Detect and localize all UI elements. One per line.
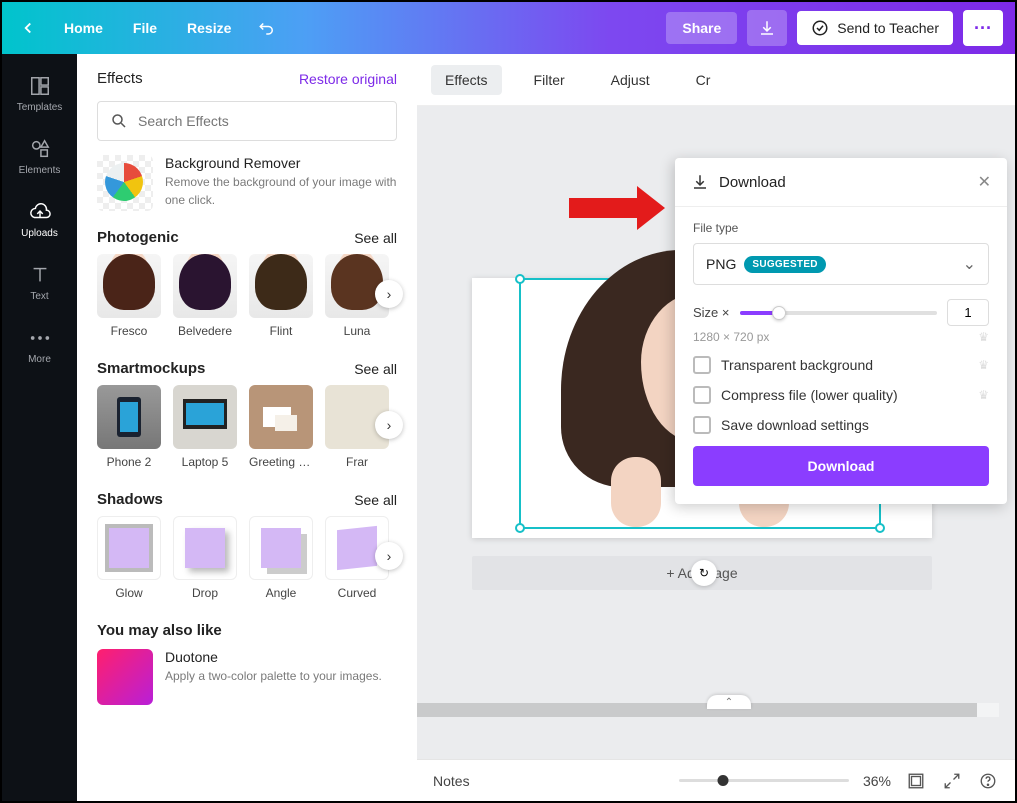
search-icon <box>110 112 128 130</box>
size-label: Size × <box>693 305 730 320</box>
help-icon[interactable] <box>977 770 999 792</box>
row-next-button[interactable]: › <box>375 411 403 439</box>
shadows-see-all[interactable]: See all <box>354 492 397 508</box>
search-input[interactable] <box>138 113 384 129</box>
effect-tile[interactable]: Belvedere <box>173 254 237 338</box>
more-menu-button[interactable]: ··· <box>963 10 1003 46</box>
you-may-also-like-title: You may also like <box>97 622 397 639</box>
row-next-button[interactable]: › <box>375 542 403 570</box>
save-settings-option[interactable]: Save download settings <box>693 416 989 434</box>
annotation-arrow <box>569 198 639 218</box>
tab-filter[interactable]: Filter <box>520 65 579 95</box>
bg-remover-thumb <box>97 155 153 211</box>
tab-adjust[interactable]: Adjust <box>597 65 664 95</box>
mockup-tile[interactable]: Laptop 5 <box>173 385 237 469</box>
share-button[interactable]: Share <box>666 12 737 44</box>
duotone-thumb <box>97 649 153 705</box>
zoom-slider[interactable] <box>679 779 849 782</box>
file-type-select[interactable]: PNG SUGGESTED ⌄ <box>693 243 989 285</box>
file-type-label: File type <box>693 221 989 235</box>
fullscreen-icon[interactable] <box>941 770 963 792</box>
duotone-item[interactable]: Duotone Apply a two-color palette to you… <box>97 649 397 705</box>
mockup-tile[interactable]: Phone 2 <box>97 385 161 469</box>
download-top-button[interactable] <box>747 10 787 46</box>
search-effects-field[interactable] <box>97 101 397 141</box>
popup-title: Download <box>719 174 968 191</box>
background-remover-item[interactable]: Background Remover Remove the background… <box>97 155 397 211</box>
row-next-button[interactable]: › <box>375 280 403 308</box>
download-icon <box>691 173 709 191</box>
crown-icon: ♛ <box>978 388 989 402</box>
shadow-tile[interactable]: Drop <box>173 516 237 600</box>
tab-effects[interactable]: Effects <box>431 65 502 95</box>
smartmockups-row: Phone 2 Laptop 5 Greeting car... Frar › <box>97 385 397 469</box>
grid-view-icon[interactable] <box>905 770 927 792</box>
duotone-title: Duotone <box>165 649 397 665</box>
zoom-value: 36% <box>863 773 891 789</box>
transparent-bg-option[interactable]: Transparent background♛ <box>693 356 989 374</box>
smartmockups-title: Smartmockups <box>97 360 205 377</box>
smartmockups-see-all[interactable]: See all <box>354 361 397 377</box>
suggested-badge: SUGGESTED <box>744 256 826 273</box>
chevron-down-icon: ⌄ <box>963 254 976 274</box>
text-icon <box>28 263 52 287</box>
dimensions-text: 1280 × 720 px <box>693 330 769 344</box>
shadow-tile[interactable]: Glow <box>97 516 161 600</box>
download-popup: Download ✕ File type PNG SUGGESTED ⌄ Siz… <box>675 158 1007 504</box>
refresh-icon[interactable]: ↻ <box>691 560 717 586</box>
photogenic-see-all[interactable]: See all <box>354 230 397 246</box>
send-teacher-button[interactable]: Send to Teacher <box>797 11 953 45</box>
uploads-icon <box>28 200 52 224</box>
elements-icon <box>28 137 52 161</box>
size-slider[interactable] <box>740 311 938 315</box>
shadows-title: Shadows <box>97 491 163 508</box>
restore-original-link[interactable]: Restore original <box>299 71 397 87</box>
check-circle-icon <box>811 19 829 37</box>
tab-crop[interactable]: Cr <box>682 65 725 95</box>
crown-icon: ♛ <box>978 330 989 344</box>
bg-remover-desc: Remove the background of your image with… <box>165 173 397 209</box>
panel-title: Effects <box>97 70 143 87</box>
bg-remover-title: Background Remover <box>165 155 397 171</box>
mockup-tile[interactable]: Greeting car... <box>249 385 313 469</box>
download-button[interactable]: Download <box>693 446 989 486</box>
shadow-tile[interactable]: Angle <box>249 516 313 600</box>
shadows-row: Glow Drop Angle Curved › <box>97 516 397 600</box>
file-menu[interactable]: File <box>125 14 165 42</box>
undo-button[interactable] <box>253 14 281 42</box>
nav-more[interactable]: More <box>2 316 77 375</box>
effect-tile[interactable]: Fresco <box>97 254 161 338</box>
photogenic-row: Fresco Belvedere Flint Luna › <box>97 254 397 338</box>
crown-icon: ♛ <box>978 358 989 372</box>
nav-text[interactable]: Text <box>2 253 77 312</box>
notes-button[interactable]: Notes <box>433 773 470 789</box>
close-button[interactable]: ✕ <box>978 172 991 192</box>
photogenic-title: Photogenic <box>97 229 179 246</box>
more-icon <box>28 326 52 350</box>
home-link[interactable]: Home <box>56 14 111 42</box>
nav-elements[interactable]: Elements <box>2 127 77 186</box>
resize-menu[interactable]: Resize <box>179 14 239 42</box>
compress-option[interactable]: Compress file (lower quality)♛ <box>693 386 989 404</box>
nav-uploads[interactable]: Uploads <box>2 190 77 249</box>
templates-icon <box>28 74 52 98</box>
nav-templates[interactable]: Templates <box>2 64 77 123</box>
collapse-handle[interactable]: ⌃ <box>707 695 751 709</box>
back-button[interactable] <box>14 14 42 42</box>
effect-tile[interactable]: Flint <box>249 254 313 338</box>
size-value[interactable]: 1 <box>947 299 989 326</box>
duotone-desc: Apply a two-color palette to your images… <box>165 667 397 685</box>
